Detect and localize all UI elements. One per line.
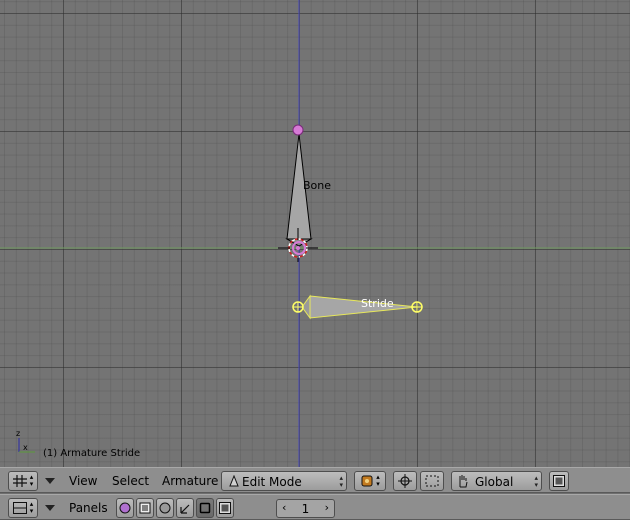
3d-viewport[interactable]: z x Bone Stride (1) Armature Stride bbox=[0, 0, 630, 467]
viewport-status-text: (1) Armature Stride bbox=[43, 448, 141, 459]
bone-stride[interactable] bbox=[292, 294, 423, 320]
stride-name-label: Stride bbox=[361, 297, 394, 310]
buttons-editor-icon bbox=[12, 502, 27, 514]
orientation-select-value: Global bbox=[475, 475, 514, 489]
updown-arrows-icon: ▴ ▾ bbox=[534, 474, 538, 489]
hand-icon bbox=[459, 475, 468, 488]
chevron-down-icon bbox=[45, 505, 55, 511]
scale-icon bbox=[425, 475, 439, 487]
bone-tail-joint bbox=[292, 124, 304, 136]
object-context-button[interactable] bbox=[176, 498, 194, 518]
collapse-menu-toggle-2[interactable] bbox=[45, 505, 55, 511]
editing-context-button[interactable] bbox=[196, 498, 214, 518]
scale-manipulator-toggle[interactable] bbox=[420, 471, 444, 491]
script-icon bbox=[139, 502, 151, 514]
shading-context-button[interactable] bbox=[156, 498, 174, 518]
editor-type-button-2[interactable]: ▴ ▾ bbox=[8, 498, 38, 518]
updown-arrows-icon: ▴ ▾ bbox=[339, 474, 343, 489]
mode-select-value: Edit Mode bbox=[242, 475, 302, 489]
grid-icon bbox=[12, 475, 27, 487]
transform-manipulator-toggle[interactable] bbox=[393, 471, 417, 491]
frame-increment-arrow[interactable]: › bbox=[325, 501, 329, 514]
logic-context-button[interactable] bbox=[116, 498, 134, 518]
mode-select[interactable]: Edit Mode ▴ ▾ bbox=[221, 471, 347, 491]
menu-view[interactable]: View bbox=[69, 474, 97, 488]
editing-square-icon bbox=[199, 502, 211, 514]
object-axes-icon bbox=[180, 504, 190, 514]
editor-type-button[interactable]: ▴ ▾ bbox=[8, 471, 38, 491]
buttons-window-header: ▴ ▾ Panels ‹ 1 › bbox=[0, 494, 630, 520]
viewport-canvas[interactable]: z x bbox=[0, 0, 630, 467]
logic-icon bbox=[119, 502, 131, 514]
crosshair-icon bbox=[398, 474, 412, 488]
panels-menu[interactable]: Panels bbox=[69, 501, 108, 515]
gizmo-z-label: z bbox=[16, 429, 20, 438]
collapse-menu-toggle[interactable] bbox=[45, 478, 55, 484]
shading-sphere-icon bbox=[159, 502, 171, 514]
armature-icon bbox=[229, 475, 239, 487]
frame-number-value: 1 bbox=[301, 501, 310, 516]
chevron-down-icon bbox=[45, 478, 55, 484]
scene-image-icon bbox=[219, 502, 231, 514]
scene-context-button[interactable] bbox=[216, 498, 234, 518]
axis-gizmo: z x bbox=[16, 429, 35, 453]
script-context-button[interactable] bbox=[136, 498, 154, 518]
frame-number-field[interactable]: ‹ 1 › bbox=[276, 499, 335, 518]
menu-select[interactable]: Select bbox=[112, 474, 149, 488]
frame-decrement-arrow[interactable]: ‹ bbox=[282, 501, 286, 514]
gizmo-x-label: x bbox=[23, 443, 28, 452]
viewport-header: ▴ ▾ View Select Armature Edit Mode ▴ ▾ ▴ ▾ bbox=[0, 467, 630, 493]
bone-name-label: Bone bbox=[303, 179, 332, 192]
orientation-select[interactable]: Global ▴ ▾ bbox=[451, 471, 542, 491]
render-preview-button[interactable] bbox=[549, 471, 569, 491]
image-icon bbox=[553, 475, 565, 487]
pivot-icon bbox=[361, 475, 373, 487]
pivot-select[interactable]: ▴ ▾ bbox=[354, 471, 386, 491]
menu-armature[interactable]: Armature bbox=[162, 474, 218, 488]
